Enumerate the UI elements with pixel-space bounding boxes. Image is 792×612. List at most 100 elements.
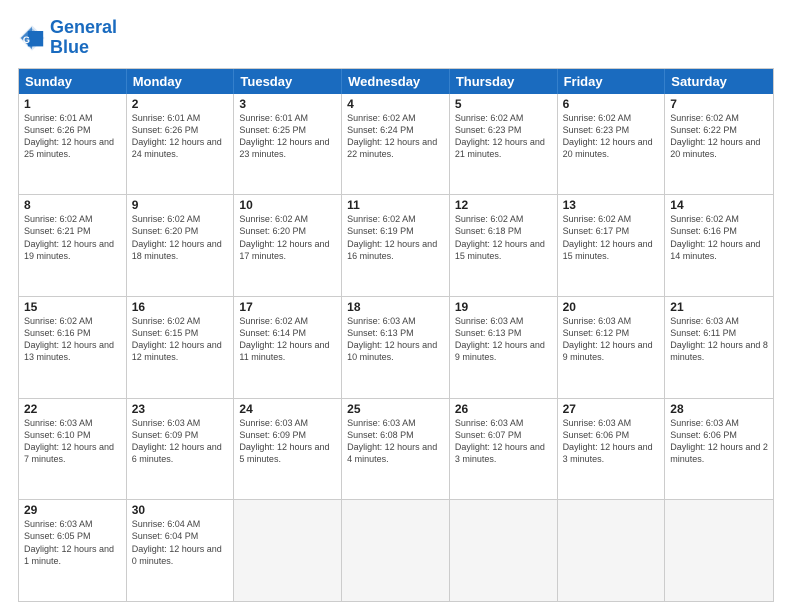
cell-info-line: Sunrise: 6:02 AM (132, 315, 229, 327)
day-number: 4 (347, 97, 444, 111)
cell-info-line: Daylight: 12 hours and 1 minute. (24, 543, 121, 567)
cell-info-line: Daylight: 12 hours and 3 minutes. (563, 441, 660, 465)
cell-info-line: Daylight: 12 hours and 9 minutes. (455, 339, 552, 363)
cell-info-line: Daylight: 12 hours and 24 minutes. (132, 136, 229, 160)
cell-info-line: Sunrise: 6:02 AM (239, 315, 336, 327)
cell-info-line: Daylight: 12 hours and 25 minutes. (24, 136, 121, 160)
cell-info-line: Sunset: 6:15 PM (132, 327, 229, 339)
cell-info-line: Sunset: 6:09 PM (132, 429, 229, 441)
day-number: 25 (347, 402, 444, 416)
day-cell-17: 17Sunrise: 6:02 AMSunset: 6:14 PMDayligh… (234, 297, 342, 398)
cell-info-line: Daylight: 12 hours and 11 minutes. (239, 339, 336, 363)
calendar-row-3: 22Sunrise: 6:03 AMSunset: 6:10 PMDayligh… (19, 398, 773, 500)
day-cell-25: 25Sunrise: 6:03 AMSunset: 6:08 PMDayligh… (342, 399, 450, 500)
header-day-tuesday: Tuesday (234, 69, 342, 94)
day-cell-10: 10Sunrise: 6:02 AMSunset: 6:20 PMDayligh… (234, 195, 342, 296)
cell-info-line: Daylight: 12 hours and 15 minutes. (563, 238, 660, 262)
day-cell-8: 8Sunrise: 6:02 AMSunset: 6:21 PMDaylight… (19, 195, 127, 296)
cell-info-line: Daylight: 12 hours and 3 minutes. (455, 441, 552, 465)
cell-info-line: Sunrise: 6:02 AM (455, 213, 552, 225)
day-number: 17 (239, 300, 336, 314)
cell-info-line: Sunrise: 6:02 AM (563, 112, 660, 124)
header-day-saturday: Saturday (665, 69, 773, 94)
cell-info-line: Sunset: 6:26 PM (132, 124, 229, 136)
cell-info-line: Sunset: 6:10 PM (24, 429, 121, 441)
empty-cell (665, 500, 773, 601)
cell-info-line: Sunrise: 6:03 AM (670, 315, 768, 327)
calendar-body: 1Sunrise: 6:01 AMSunset: 6:26 PMDaylight… (19, 94, 773, 601)
cell-info-line: Daylight: 12 hours and 13 minutes. (24, 339, 121, 363)
cell-info-line: Sunset: 6:16 PM (24, 327, 121, 339)
day-cell-15: 15Sunrise: 6:02 AMSunset: 6:16 PMDayligh… (19, 297, 127, 398)
cell-info-line: Daylight: 12 hours and 2 minutes. (670, 441, 768, 465)
cell-info-line: Sunrise: 6:02 AM (24, 213, 121, 225)
cell-info-line: Sunset: 6:16 PM (670, 225, 768, 237)
cell-info-line: Sunrise: 6:02 AM (563, 213, 660, 225)
day-number: 14 (670, 198, 768, 212)
header-day-thursday: Thursday (450, 69, 558, 94)
cell-info-line: Daylight: 12 hours and 17 minutes. (239, 238, 336, 262)
cell-info-line: Daylight: 12 hours and 23 minutes. (239, 136, 336, 160)
cell-info-line: Sunset: 6:13 PM (455, 327, 552, 339)
cell-info-line: Sunset: 6:17 PM (563, 225, 660, 237)
day-number: 16 (132, 300, 229, 314)
day-number: 5 (455, 97, 552, 111)
day-number: 23 (132, 402, 229, 416)
calendar: SundayMondayTuesdayWednesdayThursdayFrid… (18, 68, 774, 602)
cell-info-line: Daylight: 12 hours and 8 minutes. (670, 339, 768, 363)
day-cell-26: 26Sunrise: 6:03 AMSunset: 6:07 PMDayligh… (450, 399, 558, 500)
day-cell-27: 27Sunrise: 6:03 AMSunset: 6:06 PMDayligh… (558, 399, 666, 500)
cell-info-line: Sunrise: 6:02 AM (347, 112, 444, 124)
day-cell-4: 4Sunrise: 6:02 AMSunset: 6:24 PMDaylight… (342, 94, 450, 195)
cell-info-line: Sunrise: 6:03 AM (563, 315, 660, 327)
logo: G General Blue (18, 18, 117, 58)
calendar-row-4: 29Sunrise: 6:03 AMSunset: 6:05 PMDayligh… (19, 499, 773, 601)
cell-info-line: Sunset: 6:11 PM (670, 327, 768, 339)
cell-info-line: Sunrise: 6:03 AM (455, 315, 552, 327)
cell-info-line: Daylight: 12 hours and 19 minutes. (24, 238, 121, 262)
cell-info-line: Sunrise: 6:02 AM (24, 315, 121, 327)
calendar-row-1: 8Sunrise: 6:02 AMSunset: 6:21 PMDaylight… (19, 194, 773, 296)
empty-cell (450, 500, 558, 601)
day-number: 11 (347, 198, 444, 212)
cell-info-line: Sunset: 6:23 PM (455, 124, 552, 136)
cell-info-line: Sunrise: 6:02 AM (670, 213, 768, 225)
day-cell-20: 20Sunrise: 6:03 AMSunset: 6:12 PMDayligh… (558, 297, 666, 398)
day-cell-16: 16Sunrise: 6:02 AMSunset: 6:15 PMDayligh… (127, 297, 235, 398)
calendar-row-2: 15Sunrise: 6:02 AMSunset: 6:16 PMDayligh… (19, 296, 773, 398)
cell-info-line: Sunrise: 6:03 AM (239, 417, 336, 429)
day-number: 3 (239, 97, 336, 111)
day-number: 28 (670, 402, 768, 416)
cell-info-line: Sunrise: 6:02 AM (347, 213, 444, 225)
day-number: 21 (670, 300, 768, 314)
cell-info-line: Sunset: 6:09 PM (239, 429, 336, 441)
cell-info-line: Sunset: 6:07 PM (455, 429, 552, 441)
cell-info-line: Sunrise: 6:02 AM (132, 213, 229, 225)
day-cell-13: 13Sunrise: 6:02 AMSunset: 6:17 PMDayligh… (558, 195, 666, 296)
cell-info-line: Sunset: 6:13 PM (347, 327, 444, 339)
cell-info-line: Sunset: 6:04 PM (132, 530, 229, 542)
cell-info-line: Daylight: 12 hours and 20 minutes. (563, 136, 660, 160)
logo-icon: G (18, 24, 46, 52)
day-number: 27 (563, 402, 660, 416)
day-cell-14: 14Sunrise: 6:02 AMSunset: 6:16 PMDayligh… (665, 195, 773, 296)
day-cell-11: 11Sunrise: 6:02 AMSunset: 6:19 PMDayligh… (342, 195, 450, 296)
day-cell-7: 7Sunrise: 6:02 AMSunset: 6:22 PMDaylight… (665, 94, 773, 195)
cell-info-line: Daylight: 12 hours and 0 minutes. (132, 543, 229, 567)
day-number: 2 (132, 97, 229, 111)
empty-cell (234, 500, 342, 601)
cell-info-line: Sunset: 6:26 PM (24, 124, 121, 136)
cell-info-line: Sunrise: 6:01 AM (239, 112, 336, 124)
day-cell-1: 1Sunrise: 6:01 AMSunset: 6:26 PMDaylight… (19, 94, 127, 195)
day-cell-22: 22Sunrise: 6:03 AMSunset: 6:10 PMDayligh… (19, 399, 127, 500)
empty-cell (558, 500, 666, 601)
svg-text:G: G (23, 35, 30, 45)
cell-info-line: Sunset: 6:06 PM (670, 429, 768, 441)
cell-info-line: Sunrise: 6:03 AM (24, 518, 121, 530)
header-day-sunday: Sunday (19, 69, 127, 94)
cell-info-line: Sunrise: 6:03 AM (24, 417, 121, 429)
calendar-row-0: 1Sunrise: 6:01 AMSunset: 6:26 PMDaylight… (19, 94, 773, 195)
header: G General Blue (18, 18, 774, 58)
day-number: 18 (347, 300, 444, 314)
day-cell-2: 2Sunrise: 6:01 AMSunset: 6:26 PMDaylight… (127, 94, 235, 195)
